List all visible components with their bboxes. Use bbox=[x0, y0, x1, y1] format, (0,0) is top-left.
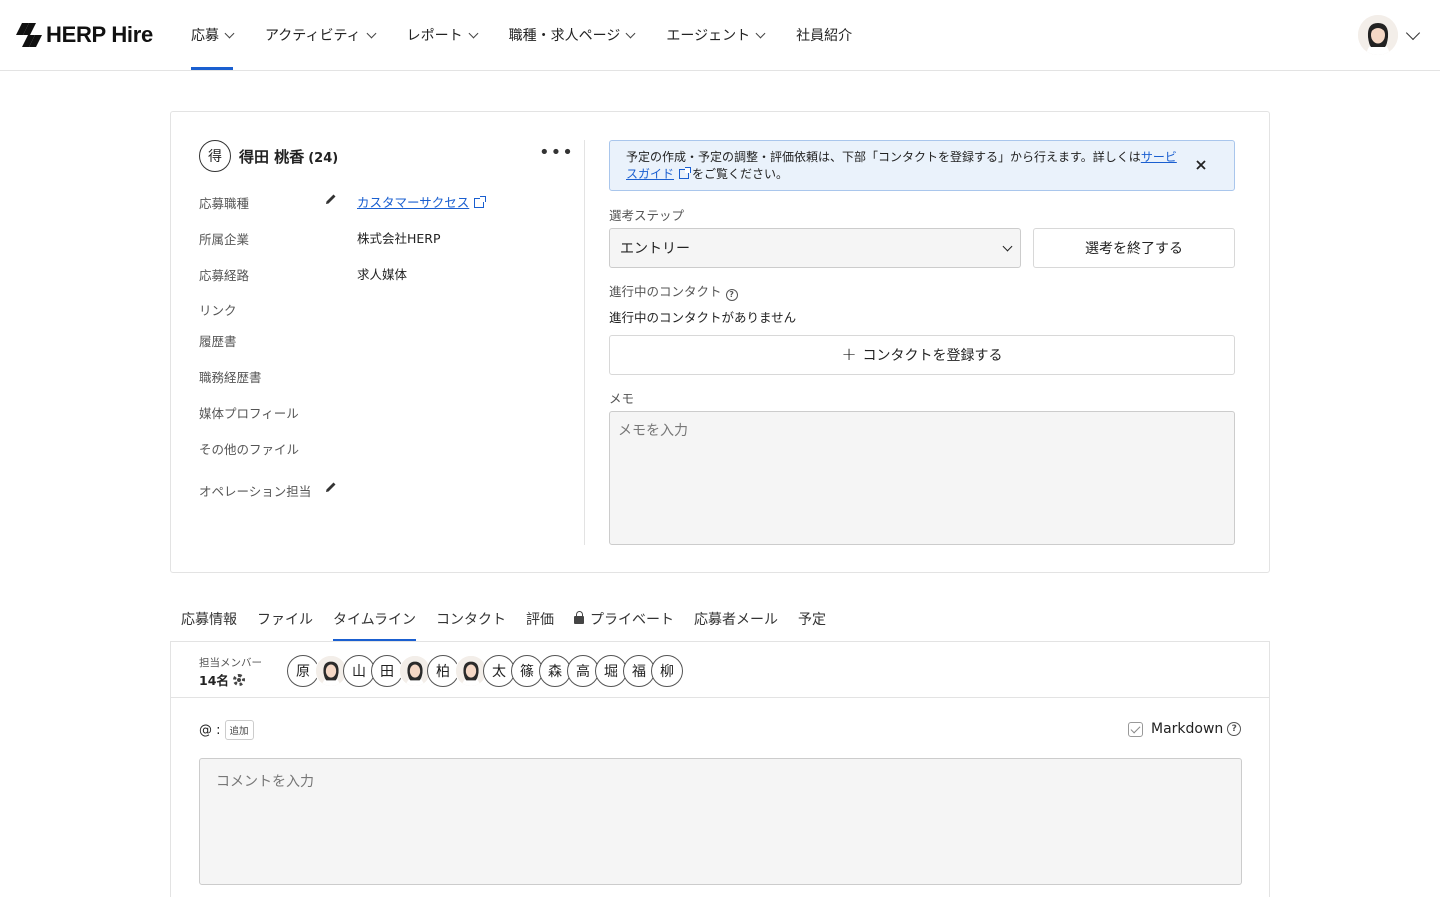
end-selection-button[interactable]: 選考を終了する bbox=[1033, 228, 1235, 268]
tab-files[interactable]: ファイル bbox=[257, 604, 313, 642]
person-photo-icon bbox=[1358, 15, 1398, 55]
no-contact-text: 進行中のコンタクトがありません bbox=[609, 310, 797, 325]
nav-label: 応募 bbox=[191, 28, 219, 44]
nav-agents[interactable]: エージェント bbox=[666, 0, 766, 70]
info-text-end: をご覧ください。 bbox=[692, 167, 789, 181]
mention-row: @ : 追加 bbox=[199, 720, 254, 740]
field-label-position: 応募職種 bbox=[199, 196, 250, 211]
external-link-icon bbox=[474, 196, 487, 208]
panel-divider bbox=[171, 697, 1269, 698]
lock-icon bbox=[574, 611, 585, 624]
field-label-cv: 職務経歴書 bbox=[199, 370, 262, 385]
member-avatars: 原山田柏太篠森高堀福柳 bbox=[287, 655, 683, 687]
chevron-down-icon bbox=[625, 28, 636, 38]
candidate-initial-avatar: 得 bbox=[199, 140, 231, 172]
contact-label: 進行中のコンタクト? bbox=[609, 281, 738, 301]
field-label-other-files: その他のファイル bbox=[199, 442, 300, 457]
chevron-down-icon bbox=[755, 28, 766, 38]
nav-applications[interactable]: 応募 bbox=[191, 0, 235, 70]
tab-contacts[interactable]: コンタクト bbox=[436, 604, 506, 642]
candidate-age: (24) bbox=[308, 151, 339, 166]
person-photo-icon bbox=[316, 656, 346, 686]
logo-mark-icon bbox=[16, 23, 42, 47]
external-link-icon bbox=[679, 167, 692, 179]
chevron-down-icon[interactable] bbox=[1405, 25, 1421, 41]
tab-application-info[interactable]: 応募情報 bbox=[181, 604, 237, 642]
chevron-down-icon bbox=[1002, 241, 1013, 252]
pencil-icon[interactable] bbox=[325, 193, 337, 205]
field-label-company: 所属企業 bbox=[199, 232, 250, 247]
nav-reports[interactable]: レポート bbox=[406, 0, 479, 70]
mention-prefix: @ : bbox=[199, 722, 221, 738]
field-value-company: 株式会社HERP bbox=[357, 231, 441, 246]
chevron-down-icon bbox=[224, 28, 235, 38]
nav-activity[interactable]: アクティビティ bbox=[265, 0, 377, 70]
field-label-media-profile: 媒体プロフィール bbox=[199, 406, 299, 421]
candidate-name-text: 得田 桃香 bbox=[239, 148, 305, 166]
memo-input[interactable] bbox=[609, 411, 1235, 545]
person-photo-icon bbox=[456, 656, 486, 686]
plus-icon: + bbox=[841, 344, 857, 365]
add-contact-label: コンタクトを登録する bbox=[862, 348, 1003, 364]
chevron-down-icon bbox=[468, 28, 479, 38]
position-link[interactable]: カスタマーサクセス bbox=[357, 195, 469, 210]
tab-applicant-mail[interactable]: 応募者メール bbox=[694, 604, 778, 642]
pencil-icon[interactable] bbox=[325, 481, 337, 493]
info-text: 予定の作成・予定の調整・評価依頼は、下部「コンタクトを登録する」から行えます。詳… bbox=[626, 150, 1141, 164]
members-label: 担当メンバー bbox=[199, 657, 262, 669]
markdown-label: Markdown bbox=[1151, 721, 1224, 737]
top-header: HERP Hire 応募 アクティビティ レポート 職種・求人ページ エージェン… bbox=[0, 0, 1440, 71]
main-nav: 応募 アクティビティ レポート 職種・求人ページ エージェント 社員紹介 bbox=[191, 0, 884, 70]
field-label-links: リンク bbox=[199, 303, 237, 318]
info-banner: 予定の作成・予定の調整・評価依頼は、下部「コンタクトを登録する」から行えます。詳… bbox=[609, 140, 1235, 191]
nav-referrals[interactable]: 社員紹介 bbox=[796, 0, 852, 70]
chevron-down-icon bbox=[366, 28, 377, 38]
candidate-card: 得 得田 桃香 (24) ••• 応募職種 カスタマーサクセス 所属企業 株式会社… bbox=[170, 111, 1270, 573]
members-count-text: 14名 bbox=[199, 673, 229, 688]
add-contact-button[interactable]: + コンタクトを登録する bbox=[609, 335, 1235, 375]
field-value-position[interactable]: カスタマーサクセス bbox=[357, 192, 487, 211]
nav-jobs[interactable]: 職種・求人ページ bbox=[508, 0, 636, 70]
step-select[interactable]: エントリー bbox=[609, 228, 1021, 268]
gear-icon[interactable] bbox=[232, 673, 245, 686]
more-options-icon[interactable]: ••• bbox=[539, 144, 574, 162]
markdown-checkbox[interactable] bbox=[1128, 721, 1143, 737]
step-selected-value: エントリー bbox=[620, 241, 690, 257]
help-icon[interactable]: ? bbox=[1227, 722, 1242, 736]
candidate-name: 得田 桃香 (24) bbox=[239, 146, 338, 167]
timeline-panel: 担当メンバー 14名 原山田柏太篠森高堀福柳 @ : 追加 Markdown? bbox=[170, 641, 1270, 897]
field-value-channel: 求人媒体 bbox=[357, 267, 408, 282]
add-mention-button[interactable]: 追加 bbox=[224, 720, 254, 740]
help-icon[interactable]: ? bbox=[725, 289, 738, 301]
field-label-operator: オペレーション担当 bbox=[199, 484, 312, 499]
nav-label: 社員紹介 bbox=[796, 28, 853, 44]
tab-private[interactable]: プライベート bbox=[574, 604, 674, 642]
tab-schedule[interactable]: 予定 bbox=[798, 604, 826, 642]
tab-evaluations[interactable]: 評価 bbox=[526, 604, 554, 642]
close-icon[interactable] bbox=[1194, 158, 1208, 172]
markdown-toggle[interactable]: Markdown? bbox=[1128, 721, 1242, 737]
contact-label-text: 進行中のコンタクト bbox=[609, 284, 722, 299]
herp-logo[interactable]: HERP Hire bbox=[16, 22, 153, 48]
comment-input[interactable] bbox=[199, 758, 1242, 885]
field-label-resume: 履歴書 bbox=[199, 334, 237, 349]
tab-timeline[interactable]: タイムライン bbox=[333, 604, 417, 642]
nav-label: エージェント bbox=[666, 28, 751, 44]
tab-private-label: プライベート bbox=[590, 612, 675, 628]
step-label: 選考ステップ bbox=[609, 208, 685, 223]
nav-label: レポート bbox=[406, 28, 463, 44]
field-label-channel: 応募経路 bbox=[199, 268, 250, 283]
person-photo-icon bbox=[400, 656, 430, 686]
members-count[interactable]: 14名 bbox=[199, 670, 245, 689]
member-avatar[interactable]: 柳 bbox=[651, 655, 683, 687]
column-divider bbox=[584, 140, 585, 545]
candidate-tabs: 応募情報 ファイル タイムライン コンタクト 評価 プライベート 応募者メール … bbox=[181, 604, 846, 642]
user-avatar[interactable] bbox=[1358, 15, 1398, 55]
memo-label: メモ bbox=[609, 391, 635, 406]
logo-text: HERP Hire bbox=[46, 22, 153, 47]
nav-label: 職種・求人ページ bbox=[508, 28, 621, 44]
nav-label: アクティビティ bbox=[265, 28, 361, 44]
